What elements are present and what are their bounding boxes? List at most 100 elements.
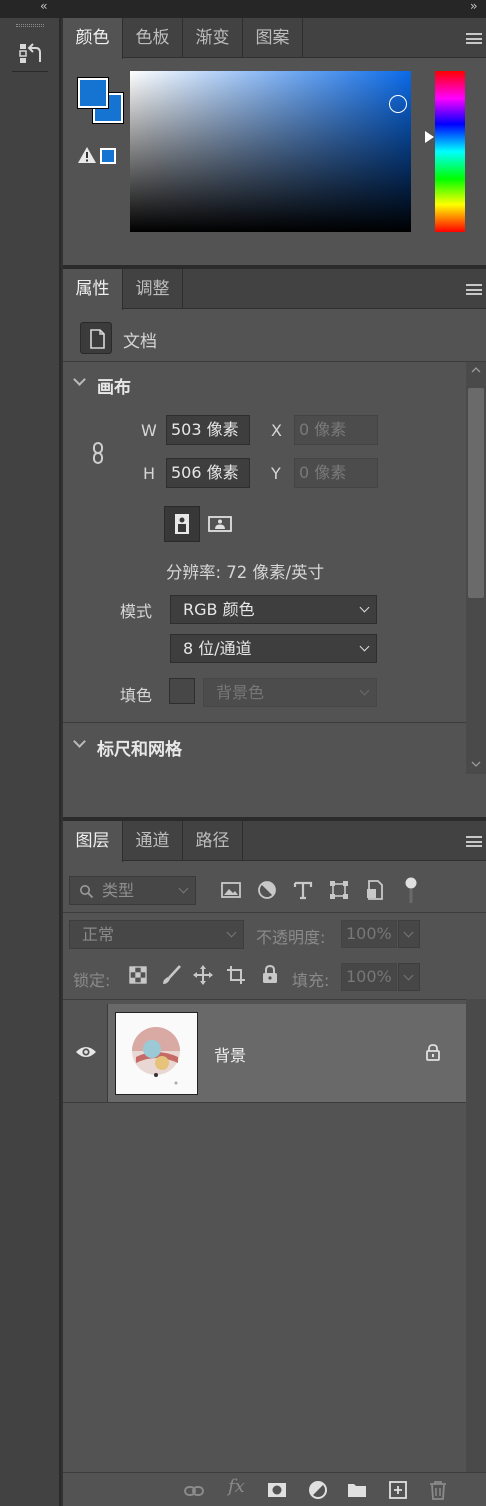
- height-label: H: [143, 464, 156, 483]
- hue-slider[interactable]: [435, 71, 465, 232]
- portrait-icon: [175, 514, 189, 534]
- properties-scrollbar[interactable]: [466, 362, 486, 774]
- fill-value: 背景色: [216, 683, 265, 702]
- tab-paths[interactable]: 路径: [183, 821, 243, 861]
- landscape-icon: [208, 516, 232, 532]
- chevron-down-icon: [226, 927, 237, 938]
- properties-panel-tabbar: 属性 调整: [63, 269, 486, 310]
- divider: [63, 1102, 466, 1103]
- lock-label: 锁定:: [73, 971, 111, 990]
- layer-lock-icon[interactable]: [425, 1043, 441, 1061]
- collapse-right-icon[interactable]: ››: [470, 0, 477, 13]
- chevron-down-icon: [359, 641, 370, 652]
- web-safe-swatch[interactable]: [100, 148, 116, 164]
- chevron-down-icon: [403, 927, 414, 938]
- chevron-down-icon: [359, 602, 370, 613]
- fill-label: 填色: [120, 686, 153, 705]
- trash-icon[interactable]: [427, 1479, 449, 1501]
- properties-panel: 属性 调整 文档 画布 W 503 像素 X 0 像素 H 506 像素 Y 0…: [63, 269, 486, 817]
- panel-menu-icon[interactable]: [466, 284, 482, 295]
- tab-color[interactable]: 颜色: [63, 18, 123, 59]
- layer-filter-value: 类型: [102, 881, 135, 900]
- dock-grip[interactable]: [16, 24, 44, 27]
- saturation-brightness-field[interactable]: [130, 71, 411, 232]
- lock-transparent-icon[interactable]: [128, 965, 148, 985]
- rulers-grid-section-header[interactable]: 标尺和网格: [97, 735, 182, 760]
- layer-filter-select[interactable]: 类型: [69, 876, 196, 905]
- width-field[interactable]: 503 像素: [166, 415, 250, 445]
- tab-properties[interactable]: 属性: [63, 269, 123, 310]
- history-icon[interactable]: [12, 36, 48, 72]
- panel-menu-icon[interactable]: [466, 836, 482, 847]
- tab-gradients[interactable]: 渐变: [183, 18, 243, 58]
- fx-icon[interactable]: fx: [228, 1476, 245, 1497]
- lock-artboard-icon[interactable]: [225, 964, 247, 986]
- color-picker-cursor[interactable]: [389, 95, 407, 113]
- tab-channels[interactable]: 通道: [123, 821, 183, 861]
- new-layer-icon[interactable]: [387, 1479, 409, 1501]
- tab-swatches[interactable]: 色板: [123, 18, 183, 58]
- chevron-down-icon: [178, 883, 189, 894]
- panel-collapse-strip: ‹‹ ››: [0, 0, 486, 18]
- link-icon[interactable]: [90, 441, 106, 465]
- scroll-thumb[interactable]: [468, 388, 484, 598]
- fill-swatch[interactable]: [169, 678, 195, 704]
- lock-image-icon[interactable]: [161, 964, 183, 986]
- blend-mode-select[interactable]: 正常: [69, 920, 244, 949]
- chevron-down-icon: [359, 685, 370, 696]
- layer-mask-icon[interactable]: [266, 1479, 288, 1501]
- smart-object-filter-icon[interactable]: [364, 879, 386, 901]
- canvas-section-header[interactable]: 画布: [97, 373, 131, 398]
- width-label: W: [141, 421, 157, 440]
- tab-layers[interactable]: 图层: [63, 821, 123, 862]
- chevron-down-icon: [403, 970, 414, 981]
- layer-row[interactable]: 背景: [63, 1004, 466, 1102]
- link-layers-icon[interactable]: [183, 1480, 205, 1502]
- bit-depth-select[interactable]: 8 位/通道: [170, 634, 377, 663]
- scroll-up-icon[interactable]: [471, 366, 481, 374]
- search-icon: [80, 885, 94, 899]
- layer-name[interactable]: 背景: [214, 1042, 246, 1066]
- new-group-icon[interactable]: [346, 1479, 368, 1501]
- lock-position-icon[interactable]: [192, 964, 214, 986]
- filter-toggle-icon[interactable]: [404, 875, 418, 905]
- fill-dropdown-button: [398, 963, 420, 991]
- document-label: 文档: [123, 332, 157, 352]
- image-filter-icon[interactable]: [220, 879, 242, 901]
- hue-pointer-icon[interactable]: [425, 131, 434, 143]
- scroll-down-icon[interactable]: [471, 760, 481, 768]
- layer-thumbnail[interactable]: [115, 1012, 198, 1095]
- fill-select: 背景色: [203, 678, 377, 707]
- lock-all-icon[interactable]: [259, 963, 281, 985]
- layers-scrollbar[interactable]: [466, 999, 486, 1472]
- portrait-orientation-button[interactable]: [164, 506, 200, 542]
- collapse-left-icon[interactable]: ‹‹: [40, 0, 47, 13]
- thumbnail-image: [132, 1027, 180, 1085]
- chevron-down-icon[interactable]: [73, 373, 86, 386]
- adjustment-layer-icon[interactable]: [307, 1479, 329, 1501]
- visibility-column[interactable]: [63, 1004, 108, 1102]
- chevron-down-icon[interactable]: [73, 735, 86, 748]
- eye-icon[interactable]: [75, 1044, 97, 1060]
- tab-adjustments[interactable]: 调整: [123, 269, 183, 309]
- document-icon: [80, 322, 112, 354]
- gamut-warning-icon[interactable]: [77, 146, 97, 164]
- tool-dock: [0, 18, 61, 1506]
- blend-mode-value: 正常: [82, 925, 115, 944]
- color-mode-value: RGB 颜色: [183, 600, 255, 619]
- adjustment-filter-icon[interactable]: [256, 879, 278, 901]
- panel-menu-icon[interactable]: [466, 33, 482, 44]
- opacity-label: 不透明度:: [256, 928, 326, 947]
- x-label: X: [271, 421, 282, 440]
- y-label: Y: [271, 464, 281, 483]
- foreground-swatch[interactable]: [77, 77, 109, 109]
- height-field[interactable]: 506 像素: [166, 458, 250, 488]
- landscape-orientation-button[interactable]: [202, 506, 238, 542]
- fill-label: 填充:: [292, 971, 330, 990]
- color-mode-select[interactable]: RGB 颜色: [170, 595, 377, 624]
- type-filter-icon[interactable]: [292, 879, 314, 901]
- shape-filter-icon[interactable]: [328, 879, 350, 901]
- layers-panel: 图层 通道 路径 类型 正常 不透明度: 100% 锁定: 填充: 100% 背…: [63, 821, 486, 1506]
- tab-patterns[interactable]: 图案: [243, 18, 303, 58]
- opacity-field: 100%: [341, 920, 397, 948]
